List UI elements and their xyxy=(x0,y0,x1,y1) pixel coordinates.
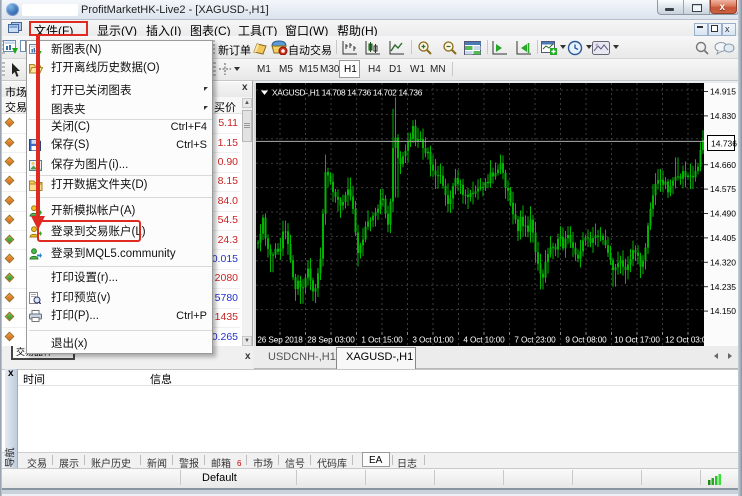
svg-text:14.830: 14.830 xyxy=(710,111,736,121)
svg-text:1 Oct 15:00: 1 Oct 15:00 xyxy=(361,336,403,345)
svg-text:14.736: 14.736 xyxy=(711,139,737,149)
svg-text:14.660: 14.660 xyxy=(710,160,736,170)
svg-text:10 Oct 17:00: 10 Oct 17:00 xyxy=(614,336,660,345)
svg-text:3 Oct 01:00: 3 Oct 01:00 xyxy=(412,336,454,345)
svg-text:14.575: 14.575 xyxy=(710,184,736,194)
svg-text:14.915: 14.915 xyxy=(710,87,736,97)
svg-text:14.320: 14.320 xyxy=(710,257,736,267)
svg-text:14.235: 14.235 xyxy=(710,282,736,292)
svg-text:7 Oct 23:00: 7 Oct 23:00 xyxy=(514,336,556,345)
svg-text:26 Sep 2018: 26 Sep 2018 xyxy=(257,336,303,345)
svg-text:9 Oct 08:00: 9 Oct 08:00 xyxy=(565,336,607,345)
svg-text:4 Oct 10:00: 4 Oct 10:00 xyxy=(463,336,505,345)
svg-text:XAGUSD-,H1 14.708 14.736 14.7: XAGUSD-,H1 14.708 14.736 14.702 14.736 xyxy=(272,88,423,98)
svg-text:28 Sep 03:00: 28 Sep 03:00 xyxy=(307,336,355,345)
svg-text:14.150: 14.150 xyxy=(710,306,736,316)
svg-text:14.490: 14.490 xyxy=(710,209,736,219)
svg-text:14.405: 14.405 xyxy=(710,233,736,243)
